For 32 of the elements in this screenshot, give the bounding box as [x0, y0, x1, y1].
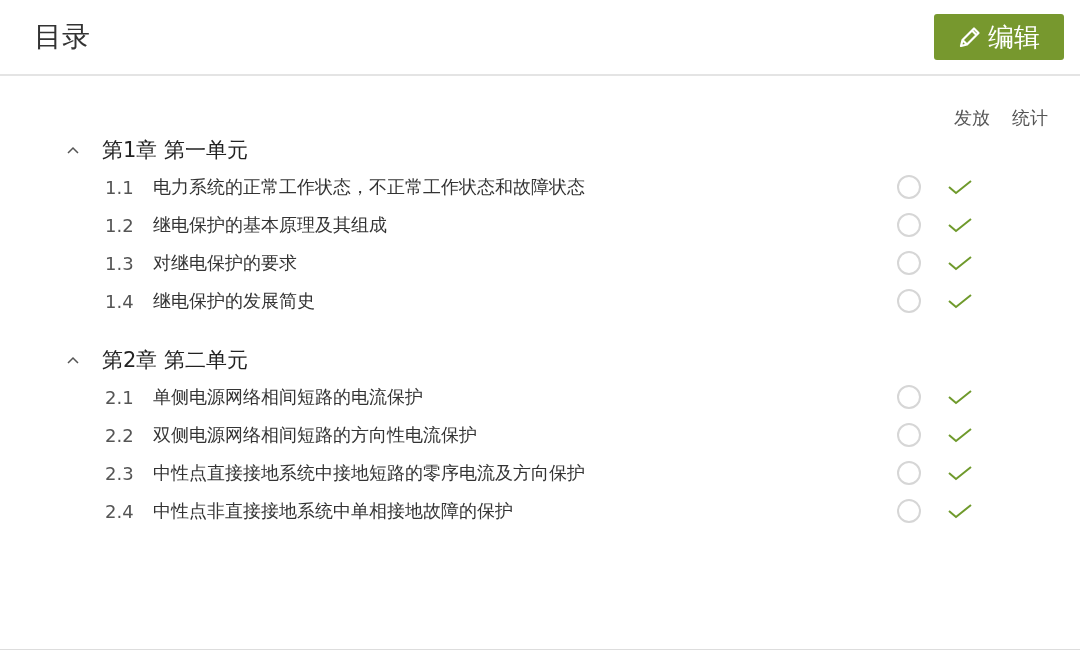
column-header: 发放	[954, 106, 990, 130]
section-title[interactable]: 电力系统的正常工作状态，不正常工作状态和故障状态	[153, 175, 585, 199]
release-toggle[interactable]	[897, 499, 921, 523]
release-toggle[interactable]	[897, 385, 921, 409]
release-toggle[interactable]	[897, 251, 921, 275]
section-number: 2.1	[105, 386, 135, 408]
section-number: 1.4	[105, 290, 135, 312]
section-number: 2.2	[105, 424, 135, 446]
section-title[interactable]: 双侧电源网络相间短路的方向性电流保护	[153, 423, 477, 447]
page-title: 目录	[34, 19, 90, 55]
release-toggle[interactable]	[897, 175, 921, 199]
section-number: 1.2	[105, 214, 135, 236]
section-title[interactable]: 中性点直接接地系统中接地短路的零序电流及方向保护	[153, 461, 585, 485]
release-toggle[interactable]	[897, 461, 921, 485]
section-title[interactable]: 单侧电源网络相间短路的电流保护	[153, 385, 423, 409]
pencil-icon	[958, 25, 982, 49]
section-number: 2.4	[105, 500, 135, 522]
release-toggle[interactable]	[897, 423, 921, 447]
section-number: 1.3	[105, 252, 135, 274]
caret-icon[interactable]	[66, 355, 80, 365]
chapter-title[interactable]: 第1章 第一单元	[102, 136, 249, 164]
column-header: 统计	[1012, 106, 1048, 130]
section-title[interactable]: 对继电保护的要求	[153, 251, 297, 275]
chapter-title[interactable]: 第2章 第二单元	[102, 346, 249, 374]
section-title[interactable]: 继电保护的基本原理及其组成	[153, 213, 387, 237]
section-number: 1.1	[105, 176, 135, 198]
section-title[interactable]: 继电保护的发展简史	[153, 289, 315, 313]
caret-icon[interactable]	[66, 145, 80, 155]
section-number: 2.3	[105, 462, 135, 484]
release-toggle[interactable]	[897, 213, 921, 237]
section-title[interactable]: 中性点非直接接地系统中单相接地故障的保护	[153, 499, 513, 523]
release-toggle[interactable]	[897, 289, 921, 313]
